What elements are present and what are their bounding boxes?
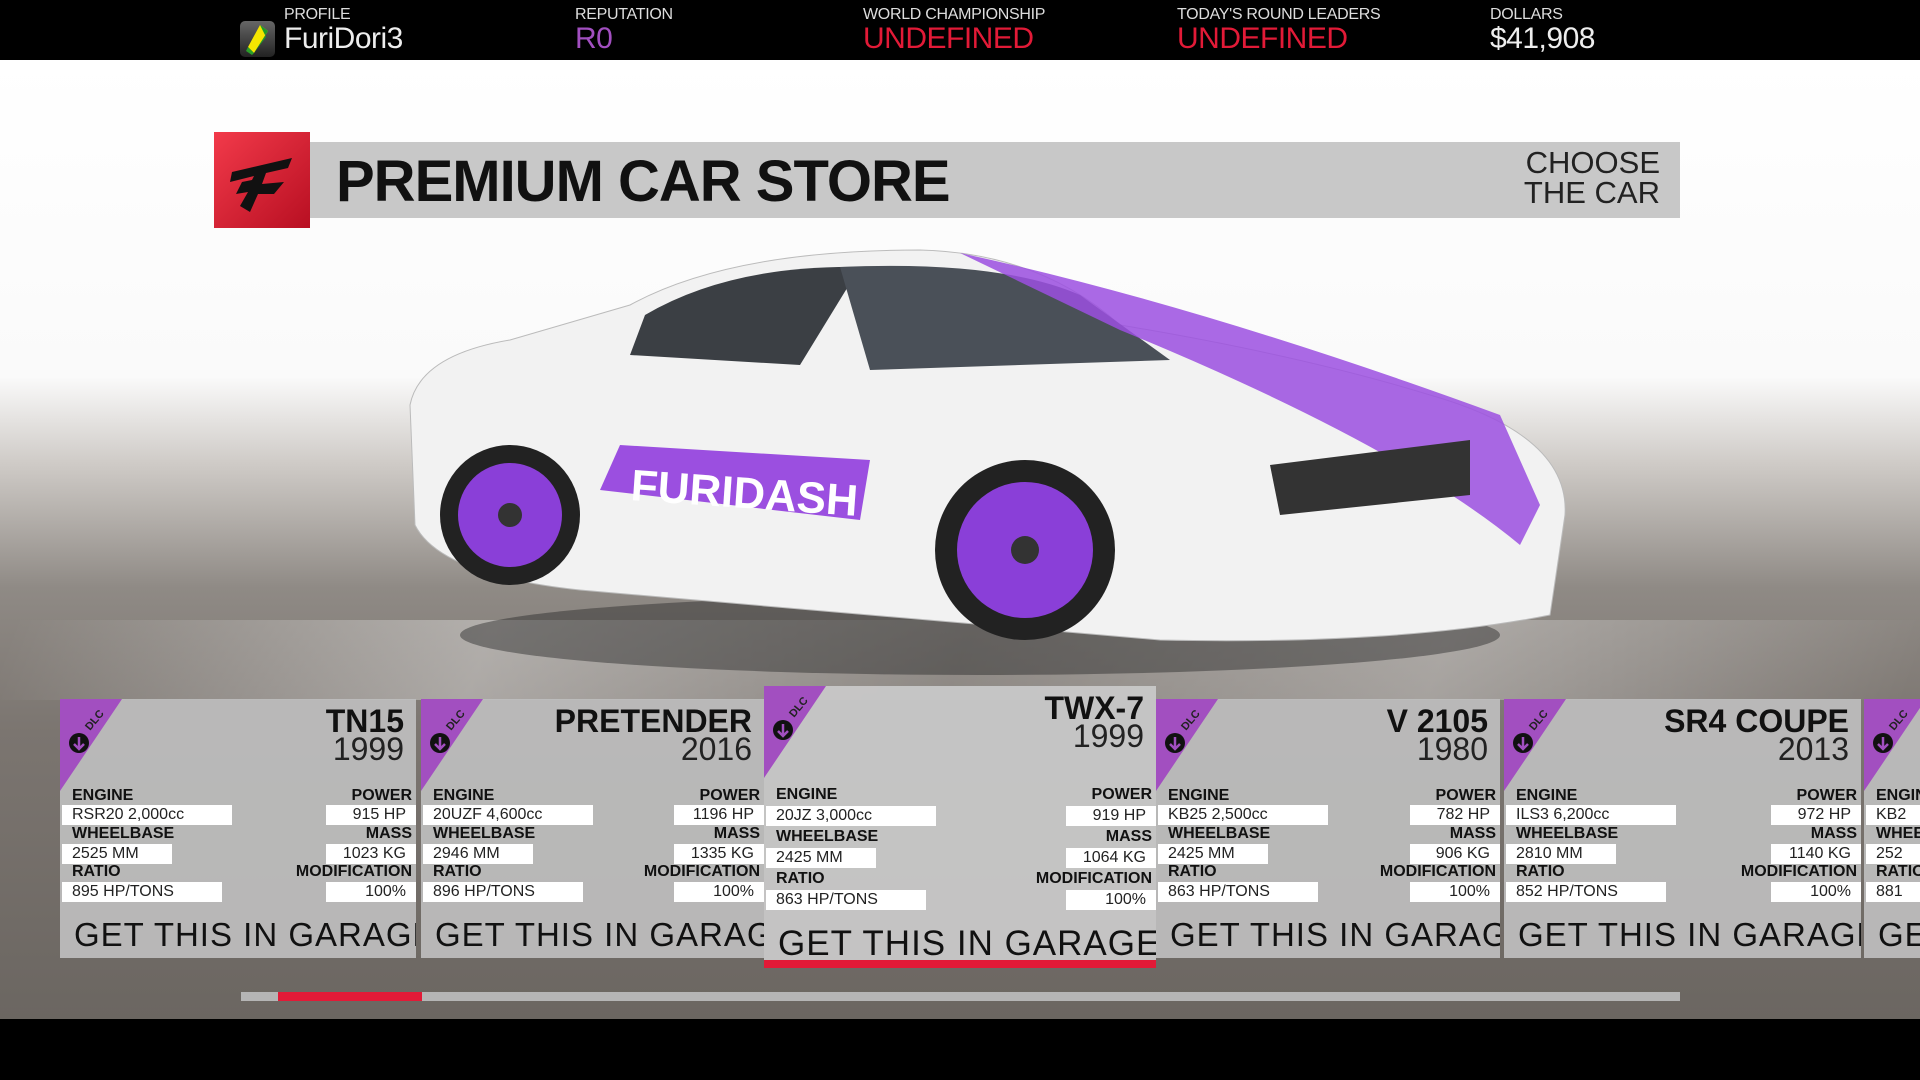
dlc-ribbon: DLC xyxy=(764,686,826,778)
profile-stat[interactable]: PROFILE FuriDori3 xyxy=(284,6,403,54)
scrollbar-thumb[interactable] xyxy=(278,992,422,1001)
car-card[interactable]: DLC TWX-7 1999 ENGINE 20JZ 3,000cc POWER 919 H… xyxy=(764,686,1156,968)
dlc-ribbon: DLC xyxy=(1504,699,1566,791)
page-title: PREMIUM CAR STORE xyxy=(336,149,951,214)
mass-value: 1023 KG xyxy=(326,844,416,864)
car-card[interactable]: DLC V 2105 1980 ENGINE KB25 2,500cc POWER 782 … xyxy=(1156,699,1500,958)
mass-value: 906 KG xyxy=(1410,844,1500,864)
mass-value: 1064 KG xyxy=(1066,848,1156,868)
wheelbase-value: 2525 MM xyxy=(62,844,172,864)
get-in-garage-button[interactable]: GET THIS IN GARAGE xyxy=(1170,916,1500,954)
car-year: 2016 xyxy=(680,731,752,767)
engine-value: 20JZ 3,000cc xyxy=(766,806,936,826)
get-in-garage-button[interactable]: GET THIS IN GARAGE xyxy=(74,916,416,954)
ratio-value: 881 xyxy=(1866,882,1920,902)
ratio-value: 863 HP/TONS xyxy=(1158,882,1318,902)
mass-value: 1140 KG xyxy=(1771,844,1861,864)
modification-value: 100% xyxy=(1771,882,1861,902)
car-preview[interactable]: FURIDASH xyxy=(400,245,1580,675)
car-list-scrollbar[interactable] xyxy=(241,992,1680,1001)
page-subtitle: CHOOSE THE CAR xyxy=(1523,145,1660,210)
dlc-ribbon: DLC xyxy=(421,699,483,791)
selected-indicator xyxy=(764,960,1156,968)
get-in-garage-button[interactable]: GET THIS IN GARAGE xyxy=(435,916,764,954)
engine-value: KB2 xyxy=(1866,805,1920,825)
bottom-bar xyxy=(0,1019,1920,1080)
dlc-ribbon: DLC xyxy=(1864,699,1920,791)
engine-value: RSR20 2,000cc xyxy=(62,805,232,825)
engine-value: ILS3 6,200cc xyxy=(1506,805,1676,825)
ratio-value: 852 HP/TONS xyxy=(1506,882,1666,902)
round-leaders-stat: TODAY'S ROUND LEADERS UNDEFINED xyxy=(1177,6,1381,55)
engine-value: KB25 2,500cc xyxy=(1158,805,1328,825)
engine-value: 20UZF 4,600cc xyxy=(423,805,593,825)
wheelbase-value: 252 xyxy=(1866,844,1920,864)
car-card[interactable]: DLCENGINEKB2WHEELBASE252RATIO881GET THIS… xyxy=(1864,699,1920,958)
modification-value: 100% xyxy=(1410,882,1500,902)
ratio-value: 896 HP/TONS xyxy=(423,882,583,902)
modification-value: 100% xyxy=(1066,890,1156,910)
wheelbase-value: 2425 MM xyxy=(1158,844,1268,864)
game-logo xyxy=(214,132,310,228)
top-status-bar: PROFILE FuriDori3 REPUTATION R0 WORLD CH… xyxy=(0,0,1920,60)
modification-value: 100% xyxy=(674,882,764,902)
ratio-value: 895 HP/TONS xyxy=(62,882,222,902)
power-value: 972 HP xyxy=(1771,805,1861,825)
dlc-ribbon: DLC xyxy=(60,699,122,791)
ratio-value: 863 HP/TONS xyxy=(766,890,926,910)
profile-name: FuriDori3 xyxy=(284,22,403,55)
wheelbase-value: 2946 MM xyxy=(423,844,533,864)
car-year: 1999 xyxy=(1072,718,1144,754)
modification-value: 100% xyxy=(326,882,416,902)
world-championship-stat: WORLD CHAMPIONSHIP UNDEFINED xyxy=(863,6,1046,55)
mass-value: 1335 KG xyxy=(674,844,764,864)
power-value: 782 HP xyxy=(1410,805,1500,825)
wheelbase-value: 2425 MM xyxy=(766,848,876,868)
car-year: 1999 xyxy=(332,731,404,767)
get-in-garage-button[interactable]: GET THIS IN GARAGE xyxy=(1878,916,1920,954)
dollars-stat: DOLLARS $41,908 xyxy=(1490,6,1595,55)
power-value: 1196 HP xyxy=(674,805,764,825)
wheelbase-value: 2810 MM xyxy=(1506,844,1616,864)
reputation-stat: REPUTATION R0 xyxy=(575,6,673,55)
car-card[interactable]: DLC TN15 1999 ENGINE RSR20 2,000cc POWER 915 H… xyxy=(60,699,416,958)
car-card[interactable]: DLC PRETENDER 2016 ENGINE 20UZF 4,600cc POWER… xyxy=(421,699,764,958)
power-value: 915 HP xyxy=(326,805,416,825)
car-card[interactable]: DLC SR4 COUPE 2013 ENGINE ILS3 6,200cc POWER 9… xyxy=(1504,699,1861,958)
beginner-leaf-icon xyxy=(240,21,275,57)
car-year: 1980 xyxy=(1416,731,1488,767)
power-value: 919 HP xyxy=(1066,806,1156,826)
car-year: 2013 xyxy=(1777,731,1849,767)
get-in-garage-button[interactable]: GET THIS IN GARAGE xyxy=(778,924,1156,964)
dlc-ribbon: DLC xyxy=(1156,699,1218,791)
get-in-garage-button[interactable]: GET THIS IN GARAGE xyxy=(1518,916,1861,954)
